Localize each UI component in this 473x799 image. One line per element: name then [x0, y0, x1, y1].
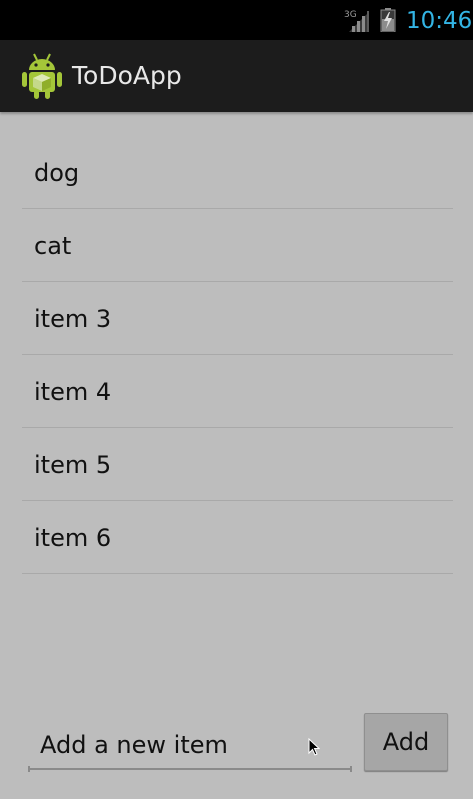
- android-robot-icon: [22, 53, 62, 99]
- list-item-label: item 4: [34, 378, 112, 406]
- list-item[interactable]: item 3: [22, 282, 453, 355]
- list-item-label: item 6: [34, 524, 112, 552]
- todo-list: dog cat item 3 item 4 item 5 item 6: [22, 136, 453, 574]
- battery-charging-icon: [380, 8, 396, 32]
- list-item[interactable]: cat: [22, 209, 453, 282]
- list-item[interactable]: item 5: [22, 428, 453, 501]
- action-bar: ToDoApp: [0, 40, 473, 112]
- app-screen: 3G 10:46 ToDoApp dog cat item 3 item 4 i…: [0, 0, 473, 799]
- add-button[interactable]: Add: [364, 713, 448, 771]
- app-title: ToDoApp: [72, 61, 182, 90]
- list-item[interactable]: item 6: [22, 501, 453, 574]
- list-item-label: dog: [34, 159, 80, 187]
- signal-3g-icon: 3G: [344, 10, 369, 32]
- new-item-input[interactable]: [28, 722, 352, 770]
- status-bar: 3G 10:46: [0, 0, 473, 40]
- network-type-label: 3G: [344, 10, 357, 20]
- status-clock: 10:46: [406, 8, 473, 34]
- list-item[interactable]: dog: [22, 136, 453, 209]
- list-item[interactable]: item 4: [22, 355, 453, 428]
- list-item-label: item 5: [34, 451, 112, 479]
- list-item-label: item 3: [34, 305, 112, 333]
- list-item-label: cat: [34, 232, 72, 260]
